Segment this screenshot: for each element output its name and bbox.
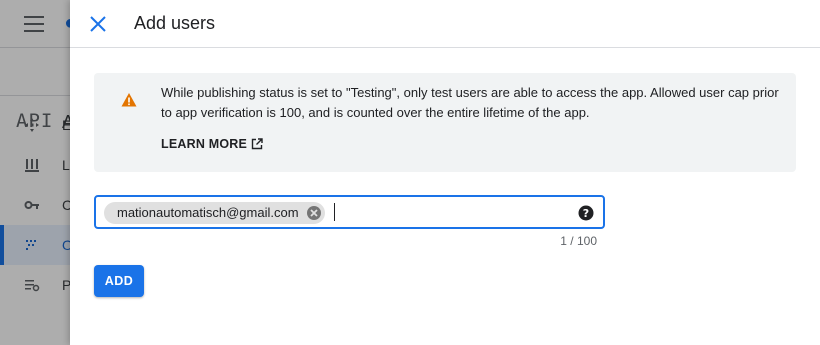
learn-more-label: LEARN MORE: [161, 137, 248, 151]
add-users-panel: Add users While publishing status is set…: [70, 0, 820, 345]
panel-header: Add users: [70, 0, 820, 48]
warning-text: While publishing status is set to "Testi…: [161, 85, 779, 120]
email-chip-label: mationautomatisch@gmail.com: [117, 205, 299, 220]
text-caret: [334, 203, 335, 221]
learn-more-link[interactable]: LEARN MORE: [161, 137, 263, 151]
warning-icon: [121, 92, 137, 108]
email-chip[interactable]: mationautomatisch@gmail.com: [104, 202, 325, 224]
testing-warning-banner: While publishing status is set to "Testi…: [94, 73, 796, 172]
close-icon[interactable]: [86, 12, 110, 36]
svg-text:?: ?: [583, 207, 589, 220]
help-icon[interactable]: ?: [578, 205, 594, 221]
panel-title: Add users: [134, 13, 216, 33]
user-email-input[interactable]: mationautomatisch@gmail.com ?: [94, 195, 605, 229]
external-link-icon: [251, 138, 263, 150]
chip-remove-icon[interactable]: [306, 205, 322, 221]
add-button[interactable]: ADD: [94, 265, 144, 297]
user-count: 1 / 100: [560, 234, 597, 248]
